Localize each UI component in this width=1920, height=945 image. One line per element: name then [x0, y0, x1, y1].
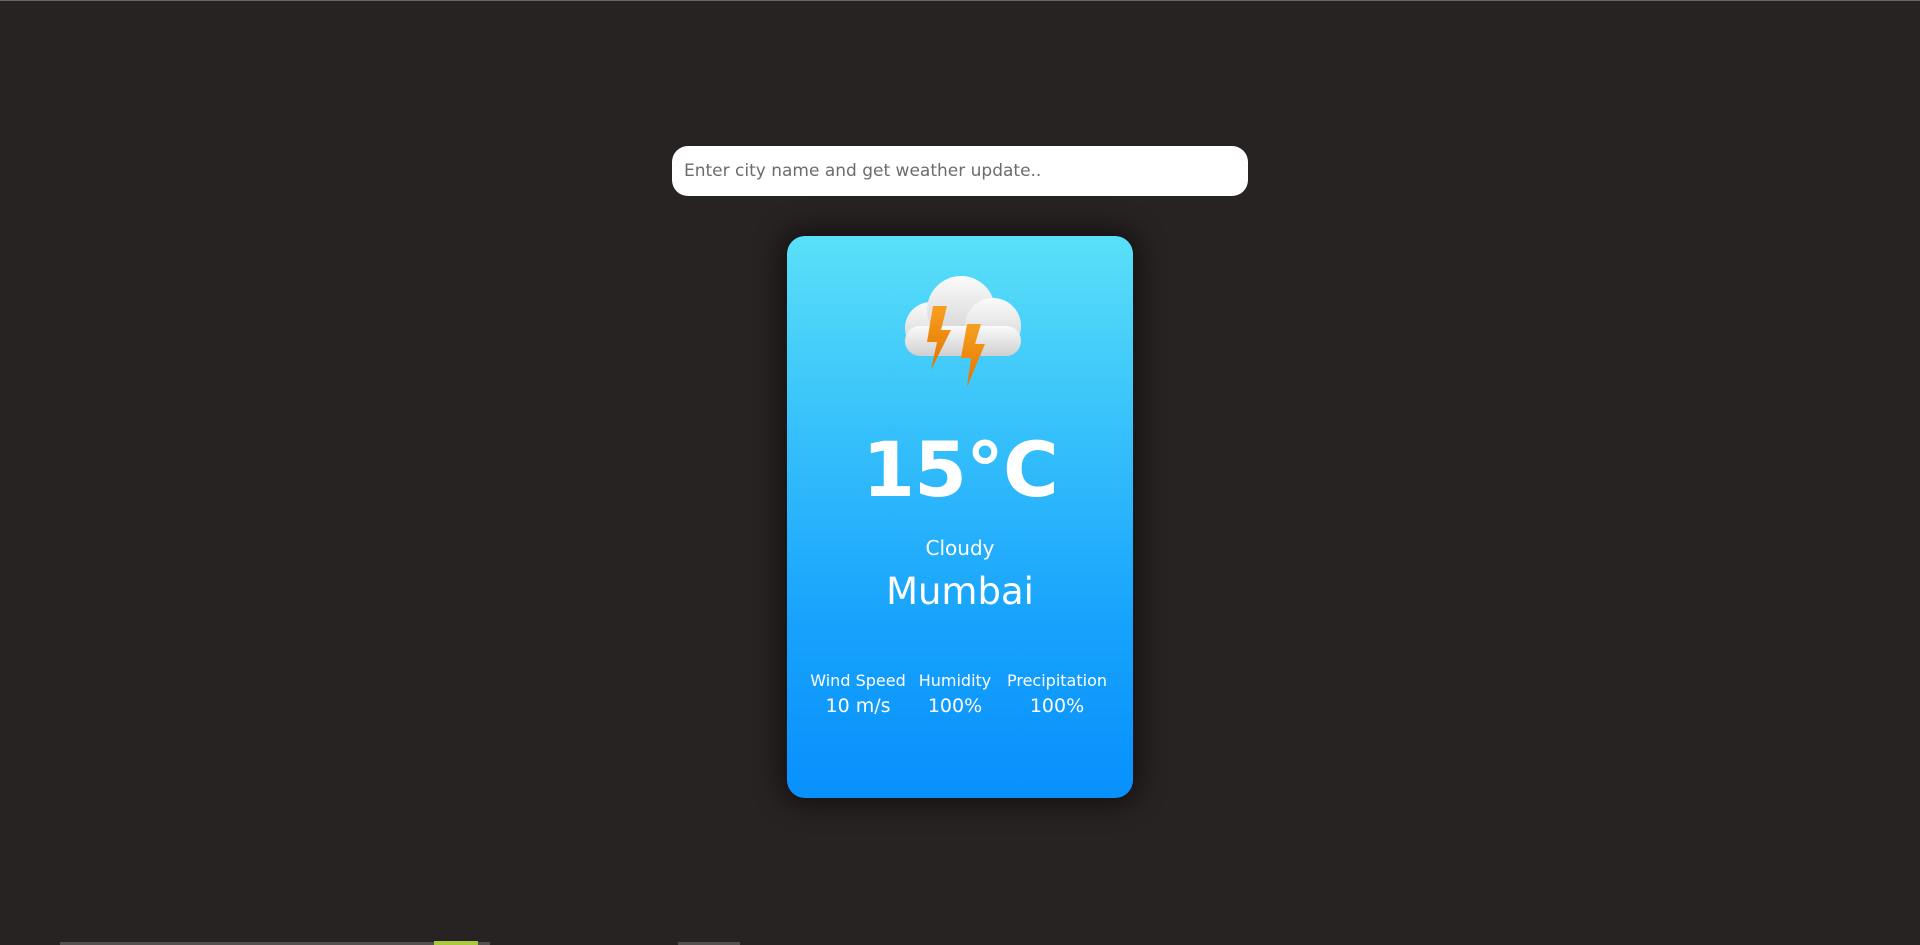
- stat-precipitation: Precipitation 100%: [998, 671, 1116, 719]
- weather-stats: Wind Speed 10 m/s Humidity 100% Precipit…: [787, 671, 1133, 719]
- stat-value: 100%: [1029, 695, 1085, 717]
- top-border: [0, 0, 1920, 1]
- search-bar: [672, 146, 1248, 196]
- weather-condition: Cloudy: [925, 536, 995, 560]
- stat-label: Wind Speed: [810, 671, 906, 690]
- stat-value: 100%: [927, 695, 983, 717]
- stat-value: 10 m/s: [825, 695, 891, 717]
- weather-card: 15°C Cloudy Mumbai Wind Speed 10 m/s Hum…: [787, 236, 1133, 798]
- stat-label: Precipitation: [1006, 671, 1107, 690]
- city-name: Mumbai: [886, 570, 1034, 613]
- stat-wind-speed: Wind Speed 10 m/s: [804, 671, 912, 719]
- stat-humidity: Humidity 100%: [912, 671, 998, 719]
- city-search-input[interactable]: [672, 146, 1248, 196]
- bottom-edge-element: [434, 941, 478, 945]
- temperature: 15°C: [862, 425, 1059, 514]
- stat-label: Humidity: [918, 671, 992, 690]
- cloud-lightning-icon: [905, 276, 1021, 387]
